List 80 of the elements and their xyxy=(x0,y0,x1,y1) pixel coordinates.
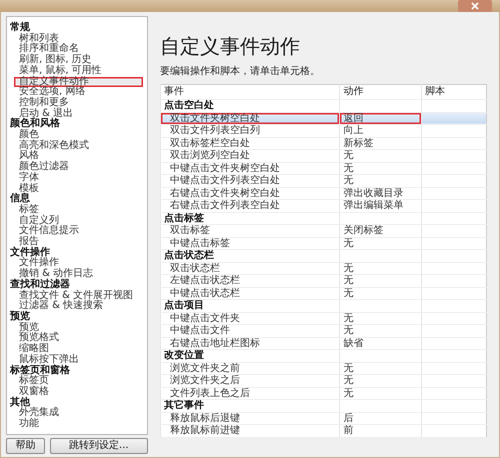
table-cell[interactable]: 无 xyxy=(340,374,422,387)
column-header[interactable]: 脚本 xyxy=(421,84,486,100)
sidebar-item[interactable]: 自定义列 xyxy=(10,216,143,226)
table-cell[interactable]: 右键点击文件列表空白处 xyxy=(160,200,340,212)
sidebar-group-label[interactable]: 文件操作 xyxy=(10,248,143,258)
table-cell[interactable]: 向上 xyxy=(340,124,422,137)
column-header[interactable]: 动作 xyxy=(340,84,422,100)
table-cell[interactable]: 无 xyxy=(340,237,422,250)
table-cell[interactable]: 无 xyxy=(340,174,422,187)
table-group-label: 改变位置 xyxy=(160,350,340,362)
table-cell[interactable]: 无 xyxy=(340,162,422,174)
table-cell[interactable]: 双击浏览列空白处 xyxy=(160,150,340,162)
table-cell[interactable]: 前 xyxy=(340,424,422,437)
table-cell[interactable]: 后 xyxy=(340,412,422,424)
table-cell[interactable]: 无 xyxy=(340,287,422,300)
sidebar-item[interactable]: 标签 xyxy=(10,204,143,216)
table-cell[interactable]: 返回 xyxy=(340,112,422,124)
goto-setting-button[interactable]: 跳转到设定... xyxy=(50,438,148,454)
sidebar-item[interactable]: 过滤器 & 快速搜索 xyxy=(10,301,143,312)
table-cell[interactable]: 双击文件列表空白列 xyxy=(160,124,340,137)
page-heading: 自定义事件动作 xyxy=(160,34,301,58)
table-cell[interactable]: 无 xyxy=(340,150,422,162)
sidebar-item[interactable]: 颜色 xyxy=(10,130,143,141)
table-cell[interactable]: 关闭标签 xyxy=(340,224,422,237)
sidebar-item[interactable]: 撤销 & 动作日志 xyxy=(10,269,143,280)
table-cell[interactable]: 右键点击文件夹树空白处 xyxy=(160,187,340,200)
table-cell[interactable]: 无 xyxy=(340,262,422,274)
sidebar-item[interactable]: 控制和更多 xyxy=(10,98,143,109)
table-cell[interactable]: 无 xyxy=(340,324,422,337)
table-cell[interactable]: 文件列表上色之后 xyxy=(160,387,340,400)
table-group-label: 其它事件 xyxy=(160,400,340,412)
table-cell[interactable]: 双击状态栏 xyxy=(160,262,340,274)
description-text: 要编辑操作和脚本，请单击单元格。 xyxy=(160,66,321,78)
table-group-label: 点击状态栏 xyxy=(160,250,340,262)
table-group-label: 点击标签 xyxy=(160,212,340,224)
close-icon[interactable] xyxy=(458,0,492,12)
table-cell[interactable]: 释放鼠标后退键 xyxy=(160,412,340,424)
table-cell[interactable]: 中键点击标签 xyxy=(160,237,340,250)
table-cell[interactable]: 中键点击文件夹 xyxy=(160,312,340,324)
sidebar-item[interactable]: 报告 xyxy=(10,237,143,248)
sidebar-group-label[interactable]: 预览 xyxy=(10,312,143,323)
sidebar-group-label[interactable]: 常规 xyxy=(10,23,143,34)
table-cell[interactable]: 中键点击文件列表空白处 xyxy=(160,174,340,187)
table-cell[interactable]: 中键点击文件夹树空白处 xyxy=(160,162,340,174)
sidebar-item[interactable]: 菜单, 鼠标, 可用性 xyxy=(10,66,143,77)
table-cell[interactable]: 双击标签栏空白处 xyxy=(160,137,340,150)
sidebar-group-label[interactable]: 信息 xyxy=(10,194,143,205)
table-cell[interactable]: 无 xyxy=(340,362,422,374)
table-cell[interactable]: 弹出收藏目录 xyxy=(340,187,422,200)
sidebar-item[interactable]: 标签页 xyxy=(10,376,143,387)
sidebar-item[interactable]: 安全选项, 网络 xyxy=(10,87,143,98)
sidebar-item[interactable]: 功能 xyxy=(10,419,143,430)
sidebar-group-label[interactable]: 查找和过滤器 xyxy=(10,280,143,291)
table-group-label: 点击项目 xyxy=(160,300,340,312)
table-cell[interactable]: 弹出编辑菜单 xyxy=(340,200,422,212)
sidebar-item[interactable]: 刷新, 图标, 历史 xyxy=(10,55,143,66)
table-cell[interactable]: 双击文件夹树空白处 xyxy=(160,112,340,124)
table-cell[interactable]: 无 xyxy=(340,387,422,400)
sidebar-item[interactable]: 双窗格 xyxy=(10,386,143,398)
sidebar-item[interactable]: 缩略图 xyxy=(10,344,143,355)
table-cell[interactable]: 无 xyxy=(340,274,422,287)
help-button[interactable]: 帮助 xyxy=(6,438,45,454)
sidebar-item[interactable]: 文件操作 xyxy=(10,258,143,270)
table-cell[interactable]: 新标签 xyxy=(340,137,422,150)
table-cell[interactable]: 双击标签 xyxy=(160,224,340,237)
table-cell[interactable]: 浏览文件夹之前 xyxy=(160,362,340,374)
sidebar-item[interactable]: 颜色过滤器 xyxy=(10,162,143,173)
column-header[interactable]: 事件 xyxy=(160,84,340,100)
table-cell[interactable]: 中键点击状态栏 xyxy=(160,287,340,300)
table-cell[interactable]: 释放鼠标前进键 xyxy=(160,424,340,437)
table-cell[interactable]: 中键点击文件 xyxy=(160,324,340,337)
table-cell[interactable]: 右键点击地址栏图标 xyxy=(160,337,340,350)
table-cell[interactable]: 左键点击状态栏 xyxy=(160,274,340,287)
table-cell[interactable]: 缺省 xyxy=(340,337,422,350)
table-group-label: 点击空白处 xyxy=(160,100,340,112)
table-cell[interactable]: 浏览文件夹之后 xyxy=(160,374,340,387)
table-cell[interactable]: 无 xyxy=(340,312,422,324)
sidebar-item[interactable]: 字体 xyxy=(10,172,143,184)
sidebar-item[interactable]: 鼠标按下弹出 xyxy=(10,354,143,366)
sidebar-group-label[interactable]: 标签页和窗格 xyxy=(10,366,143,376)
